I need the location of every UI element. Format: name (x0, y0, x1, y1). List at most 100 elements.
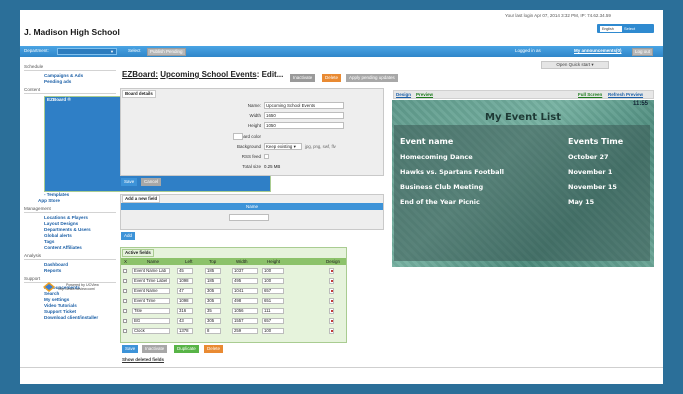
new-field-name-input[interactable] (229, 214, 269, 221)
field-left-input[interactable]: 45 (177, 268, 193, 274)
title-board-name: Upcoming School Events (160, 70, 257, 79)
full-screen-link[interactable]: Full Screen (578, 92, 602, 97)
field-left-input[interactable]: 1378 (177, 328, 193, 334)
field-row: Title 316 35 1056 111 (120, 307, 345, 315)
preview-event-name: End of the Year Picnic (400, 198, 480, 206)
powered-by-badge[interactable]: Powered by UCView http://www.ucview.com/ (43, 282, 99, 292)
field-select-checkbox[interactable] (123, 319, 127, 323)
field-height-input[interactable]: 100 (262, 268, 284, 274)
field-width-input[interactable]: 495 (232, 278, 258, 284)
background-dropdown[interactable]: Keep existing ▾ (264, 143, 302, 150)
language-dropdown[interactable]: English (600, 25, 622, 32)
field-design-icon[interactable] (329, 278, 334, 284)
field-width-input[interactable]: 1041 (232, 288, 258, 294)
field-height-input[interactable]: 657 (262, 288, 284, 294)
field-width-input[interactable]: 498 (232, 298, 258, 304)
field-design-icon[interactable] (329, 318, 334, 324)
rss-feed-checkbox[interactable] (264, 154, 269, 159)
delete-board-button[interactable]: Delete (322, 74, 342, 82)
field-width-input[interactable]: 1056 (232, 308, 258, 314)
field-height-input[interactable]: 100 (262, 278, 284, 284)
language-selector[interactable]: English Select (597, 24, 654, 33)
field-top-input[interactable]: 185 (205, 278, 221, 284)
field-top-input[interactable]: 8 (205, 328, 221, 334)
field-top-input[interactable]: 185 (205, 268, 221, 274)
sidebar-item-reports[interactable]: Reports (24, 268, 116, 274)
background-hint: jpg, png, swf, flv (305, 144, 336, 149)
field-row: BG 43 305 1557 657 (120, 317, 345, 325)
field-name-input[interactable]: Event Time Label (132, 278, 170, 284)
logged-in-text: Logged in as (515, 48, 541, 53)
field-name-input[interactable]: BG (132, 318, 170, 324)
preview-event-name: Hawks vs. Spartans Football (400, 168, 505, 176)
board-color-swatch[interactable] (233, 133, 243, 140)
refresh-preview-link[interactable]: Refresh Preview (608, 92, 643, 97)
open-quick-start-button[interactable]: Open Quick start ▾ (541, 61, 609, 69)
board-height-input[interactable]: 1050 (264, 122, 344, 129)
sidebar-item-pending-ads[interactable]: Pending ads (24, 79, 116, 85)
field-design-icon[interactable] (329, 308, 334, 314)
field-left-input[interactable]: 1098 (177, 298, 193, 304)
cancel-details-button[interactable]: Cancel (141, 178, 162, 186)
board-width-input[interactable]: 1650 (264, 112, 344, 119)
col-x: X (124, 259, 128, 264)
field-design-icon[interactable] (329, 288, 334, 294)
field-name-input[interactable]: Event Name (132, 288, 170, 294)
add-field-button[interactable]: Add (121, 232, 136, 240)
field-select-checkbox[interactable] (123, 289, 127, 293)
announcements-link[interactable]: My announcements(0) (574, 48, 622, 53)
board-name-input[interactable]: Upcoming School Events (264, 102, 344, 109)
board-details-tab[interactable]: Board details (122, 90, 156, 98)
field-name-input[interactable]: Clock (132, 328, 170, 334)
field-design-icon[interactable] (329, 298, 334, 304)
field-height-input[interactable]: 651 (262, 298, 284, 304)
field-top-input[interactable]: 305 (205, 298, 221, 304)
field-height-input[interactable]: 657 (262, 318, 284, 324)
sidebar-item-download-client[interactable]: Download client/installer (24, 315, 116, 321)
show-deleted-fields-link[interactable]: Show deleted fields (122, 357, 164, 362)
inactivate-fields-button[interactable]: Inactivate (142, 345, 168, 353)
field-design-icon[interactable] (329, 328, 334, 334)
field-design-icon[interactable] (329, 268, 334, 274)
save-details-button[interactable]: Save (121, 178, 138, 186)
inactivate-board-button[interactable]: Inactivate (290, 74, 316, 82)
field-left-input[interactable]: 43 (177, 318, 193, 324)
field-select-checkbox[interactable] (123, 329, 127, 333)
field-select-checkbox[interactable] (123, 279, 127, 283)
publish-pending-button[interactable]: Publish Pending (147, 47, 186, 56)
total-size-label: Total size (242, 164, 261, 169)
field-left-input[interactable]: 316 (177, 308, 193, 314)
add-field-tab[interactable]: Add a new field (122, 195, 161, 203)
save-fields-button[interactable]: Save (122, 345, 139, 353)
sidebar-item-app-store[interactable]: App Store (24, 198, 116, 204)
field-top-input[interactable]: 35 (205, 308, 221, 314)
duplicate-fields-button[interactable]: Duplicate (174, 345, 199, 353)
field-select-checkbox[interactable] (123, 309, 127, 313)
field-top-input[interactable]: 305 (205, 318, 221, 324)
field-left-input[interactable]: 1098 (177, 278, 193, 284)
department-select-button[interactable]: Select (128, 48, 141, 53)
delete-fields-button[interactable]: Delete (204, 345, 224, 353)
field-name-input[interactable]: Event Name Lab (132, 268, 170, 274)
field-left-input[interactable]: 47 (177, 288, 193, 294)
logout-button[interactable]: Log out (632, 47, 654, 56)
field-width-input[interactable]: 1037 (232, 268, 258, 274)
field-select-checkbox[interactable] (123, 269, 127, 273)
sidebar-section-analysis: Analysis (24, 253, 116, 260)
field-height-input[interactable]: 111 (262, 308, 284, 314)
field-name-input[interactable]: Title (132, 308, 170, 314)
field-name-input[interactable]: Event Time (132, 298, 170, 304)
language-select-button[interactable]: Select (624, 26, 635, 31)
field-select-checkbox[interactable] (123, 299, 127, 303)
design-link[interactable]: Design (396, 92, 411, 97)
field-height-input[interactable]: 100 (262, 328, 284, 334)
apply-pending-updates-button[interactable]: Apply pending updates (346, 74, 398, 82)
field-width-input[interactable]: 1557 (232, 318, 258, 324)
preview-link[interactable]: Preview (416, 92, 433, 97)
sidebar-item-content-affiliates[interactable]: Content Affiliates (24, 245, 116, 251)
department-dropdown[interactable]: ▼ (57, 48, 117, 55)
field-width-input[interactable]: 259 (232, 328, 258, 334)
sidebar-section-schedule: Schedule (24, 64, 116, 71)
col-width: Width (236, 259, 248, 264)
field-top-input[interactable]: 305 (205, 288, 221, 294)
